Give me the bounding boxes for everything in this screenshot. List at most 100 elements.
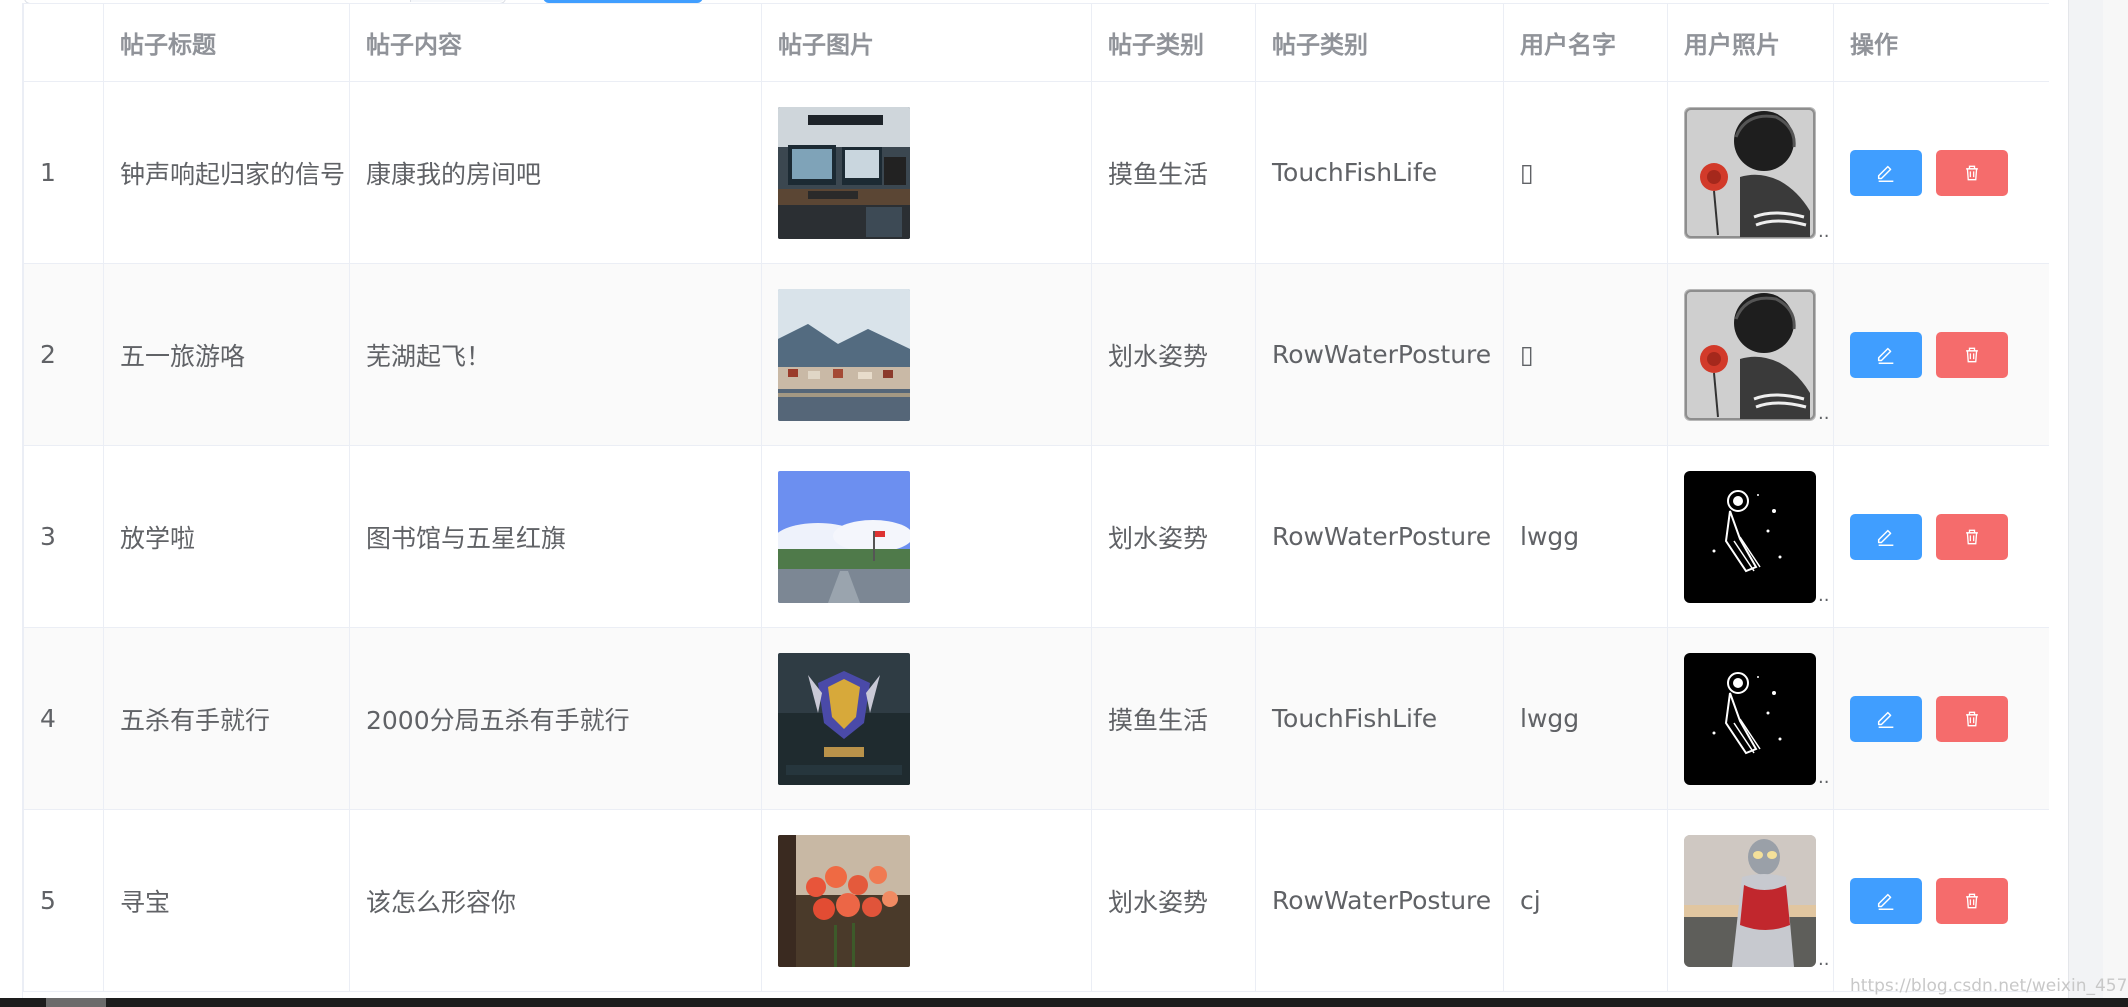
header-post-category-cn: 帖子类别 bbox=[1091, 3, 1256, 82]
cell-actions bbox=[1833, 263, 2049, 446]
cell-post-category-en: TouchFishLife bbox=[1255, 81, 1504, 264]
cell-post-category-cn: 划水姿势 bbox=[1091, 263, 1256, 446]
cell-index: 4 bbox=[23, 627, 104, 810]
avatar: .. bbox=[1684, 288, 1829, 422]
cell-post-content: 芜湖起飞！ bbox=[349, 263, 762, 446]
cell-post-image bbox=[761, 81, 1092, 264]
delete-button[interactable] bbox=[1936, 149, 2008, 196]
horizontal-scrollbar-thumb[interactable] bbox=[46, 998, 106, 1007]
delete-button[interactable] bbox=[1936, 877, 2008, 924]
header-post-category-en: 帖子类别 bbox=[1255, 3, 1504, 82]
edit-pencil-icon bbox=[1877, 529, 1894, 546]
cell-post-content: 图书馆与五星红旗 bbox=[349, 445, 762, 628]
cell-actions bbox=[1833, 445, 2049, 628]
cell-user-photo: .. bbox=[1667, 627, 1834, 810]
cell-post-category-en: RowWaterPosture bbox=[1255, 445, 1504, 628]
trash-icon bbox=[1966, 347, 1978, 362]
cell-actions bbox=[1833, 809, 2049, 992]
game-victory-screen-photo[interactable] bbox=[778, 652, 910, 785]
cell-post-image bbox=[761, 445, 1092, 628]
edit-button[interactable] bbox=[1850, 513, 1922, 560]
cell-user-name: ▯ bbox=[1503, 263, 1668, 446]
ultraman-sunset-avatar bbox=[1684, 834, 1816, 967]
edit-button[interactable] bbox=[1850, 695, 1922, 742]
posts-table: 帖子标题 帖子内容 帖子图片 帖子类别 帖子类别 用户名字 用户照片 操作 1 … bbox=[22, 3, 2049, 1007]
avatar: .. bbox=[1684, 652, 1829, 786]
trash-icon bbox=[1966, 711, 1978, 726]
snow-mountain-village-photo[interactable] bbox=[778, 288, 910, 421]
desk-setup-photo[interactable] bbox=[778, 106, 910, 239]
cell-post-title: 钟声响起归家的信号 bbox=[103, 81, 350, 264]
cell-actions bbox=[1833, 627, 2049, 810]
edit-button[interactable] bbox=[1850, 877, 1922, 924]
cell-post-title: 放学啦 bbox=[103, 445, 350, 628]
vertical-scrollbar[interactable] bbox=[2103, 0, 2128, 1007]
cell-index: 5 bbox=[23, 809, 104, 992]
overflow-marker: .. bbox=[1818, 766, 1830, 788]
overflow-marker: .. bbox=[1818, 948, 1830, 970]
header-actions: 操作 bbox=[1833, 3, 2049, 82]
header-index bbox=[23, 3, 104, 82]
search-select[interactable] bbox=[410, 0, 505, 2]
header-post-content: 帖子内容 bbox=[349, 3, 762, 82]
table-row: 3 放学啦 图书馆与五星红旗 划水姿势 RowWaterPosture lwgg bbox=[23, 445, 2049, 628]
cell-post-image bbox=[761, 263, 1092, 446]
cell-user-photo: .. bbox=[1667, 263, 1834, 446]
cell-index: 1 bbox=[23, 81, 104, 264]
cell-user-name: lwgg bbox=[1503, 445, 1668, 628]
edit-pencil-icon bbox=[1877, 711, 1894, 728]
cell-user-photo: .. bbox=[1667, 81, 1834, 264]
cell-post-title: 五杀有手就行 bbox=[103, 627, 350, 810]
cell-post-image bbox=[761, 627, 1092, 810]
cell-user-photo: .. bbox=[1667, 809, 1834, 992]
cell-index: 2 bbox=[23, 263, 104, 446]
cell-post-content: 康康我的房间吧 bbox=[349, 81, 762, 264]
cell-post-category-cn: 划水姿势 bbox=[1091, 445, 1256, 628]
cell-post-image bbox=[761, 809, 1092, 992]
edit-pencil-icon bbox=[1877, 165, 1894, 182]
edit-button[interactable] bbox=[1850, 331, 1922, 378]
delete-button[interactable] bbox=[1936, 513, 2008, 560]
cell-post-category-en: RowWaterPosture bbox=[1255, 809, 1504, 992]
edit-button[interactable] bbox=[1850, 149, 1922, 196]
page: 帖子标题 帖子内容 帖子图片 帖子类别 帖子类别 用户名字 用户照片 操作 1 … bbox=[0, 0, 2128, 1007]
delete-button[interactable] bbox=[1936, 331, 2008, 378]
sketch-girl-rose-avatar bbox=[1684, 288, 1816, 421]
red-roses-photo[interactable] bbox=[778, 834, 910, 967]
cell-user-photo: .. bbox=[1667, 445, 1834, 628]
cell-post-title: 寻宝 bbox=[103, 809, 350, 992]
trash-icon bbox=[1966, 529, 1978, 544]
watermark: https://blog.csdn.net/weixin_45700468 bbox=[1850, 976, 2128, 996]
table-row: 2 五一旅游咯 芜湖起飞！ 划水姿势 RowWaterPosture ▯ .. bbox=[23, 263, 2049, 446]
avatar: .. bbox=[1684, 470, 1829, 604]
table-row: 5 寻宝 该怎么形容你 划水姿势 RowWaterPosture cj .. bbox=[23, 809, 2049, 992]
header-user-photo: 用户照片 bbox=[1667, 3, 1834, 82]
overflow-marker: .. bbox=[1818, 584, 1830, 606]
trash-icon bbox=[1966, 893, 1978, 908]
cell-post-category-cn: 摸鱼生活 bbox=[1091, 627, 1256, 810]
header-post-title: 帖子标题 bbox=[103, 3, 350, 82]
cell-user-name: lwgg bbox=[1503, 627, 1668, 810]
cell-post-category-cn: 划水姿势 bbox=[1091, 809, 1256, 992]
trash-icon bbox=[1966, 165, 1978, 180]
cell-index: 3 bbox=[23, 445, 104, 628]
table-header-row: 帖子标题 帖子内容 帖子图片 帖子类别 帖子类别 用户名字 用户照片 操作 bbox=[23, 3, 2049, 82]
sketch-girl-rose-avatar bbox=[1684, 106, 1816, 239]
cell-post-category-en: RowWaterPosture bbox=[1255, 263, 1504, 446]
avatar: .. bbox=[1684, 106, 1829, 240]
horizontal-scrollbar-track[interactable] bbox=[0, 998, 2128, 1007]
header-user-name: 用户名字 bbox=[1503, 3, 1668, 82]
table-row: 1 钟声响起归家的信号 康康我的房间吧 摸鱼生活 TouchFishLife ▯ bbox=[23, 81, 2049, 264]
astronaut-line-art-avatar bbox=[1684, 652, 1816, 785]
header-post-image: 帖子图片 bbox=[761, 3, 1092, 82]
table-row: 4 五杀有手就行 2000分局五杀有手就行 摸鱼生活 TouchFishLife… bbox=[23, 627, 2049, 810]
delete-button[interactable] bbox=[1936, 695, 2008, 742]
cell-actions bbox=[1833, 81, 2049, 264]
overflow-marker: .. bbox=[1818, 402, 1830, 424]
cell-user-name: ▯ bbox=[1503, 81, 1668, 264]
blue-sky-campus-photo[interactable] bbox=[778, 470, 910, 603]
overflow-marker: .. bbox=[1818, 220, 1830, 242]
cell-post-title: 五一旅游咯 bbox=[103, 263, 350, 446]
cell-post-category-en: TouchFishLife bbox=[1255, 627, 1504, 810]
astronaut-line-art-avatar bbox=[1684, 470, 1816, 603]
